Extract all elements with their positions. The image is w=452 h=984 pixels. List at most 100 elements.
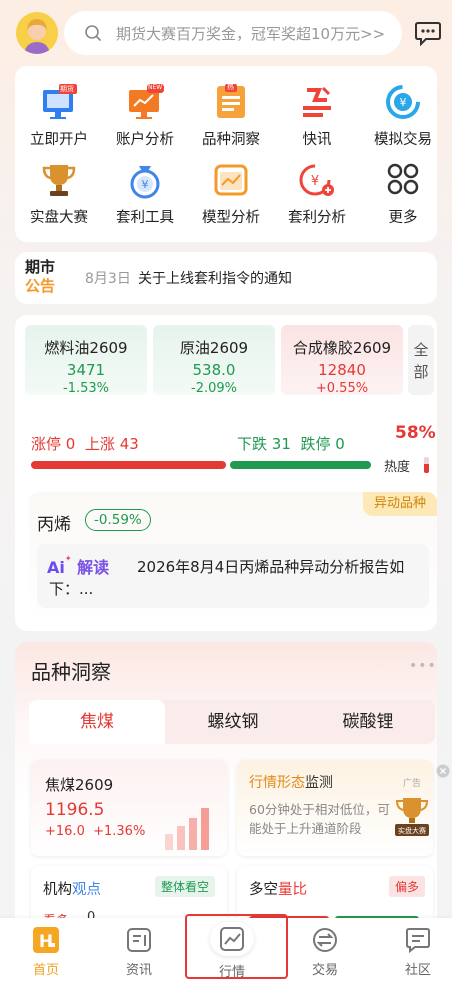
grid-item-simulated-trade[interactable]: ¥ 模拟交易 [361,82,445,149]
nav-label: 社区 [404,963,431,978]
trade-icon [311,926,339,954]
down-ratio-bar [230,461,371,469]
anomaly-change: -0.59% [85,509,151,531]
search-bar[interactable]: 期货大赛百万奖金，冠军奖超10万元>> [64,11,402,55]
anomaly-name: 丙烯 [37,515,71,535]
section-title: 品种洞察 [31,660,111,684]
model-analysis-icon [211,160,251,200]
quote-change: -1.53% [63,381,109,396]
grid-item-arbitrage-analysis[interactable]: ¥ 套利分析 [275,160,359,227]
user-avatar[interactable] [16,12,58,54]
ai-logo: Ai✦ 解读 [47,554,110,577]
breadth-up: 涨停 0 上涨 43 [31,433,139,454]
more-icon [383,160,423,200]
coking-coal-quote-card[interactable]: 焦煤2609 1196.5 +16.0 +1.36% [31,760,227,856]
market-overview: 燃料油2609 3471 -1.53% 原油2609 538.0 -2.09% … [15,315,437,631]
open-account-icon: 期货 [39,82,79,122]
change-abs: +16.0 [45,824,85,839]
tab-label: 螺纹钢 [207,712,259,732]
pattern-title-a: 行情形态 [249,775,305,791]
up-count: 43 [119,435,139,453]
tab-label: 碳酸锂 [342,712,394,732]
grid-label: 模拟交易 [374,132,432,148]
more-dots-icon[interactable]: ••• [409,658,437,674]
pattern-title: 行情形态监测 [249,772,333,792]
grid-item-more[interactable]: 更多 [361,160,445,227]
heat-percent: 58% [395,423,436,443]
quote-name: 燃料油2609 [44,339,128,357]
quote-price: 3471 [66,361,106,379]
heat-label: 热度 [384,460,411,475]
nav-community[interactable]: 社区 [383,926,452,978]
heat-gauge [424,457,429,473]
variety-insight-section: 品种洞察 ••• 焦煤 螺纹钢 碳酸锂 焦煤2609 1196.5 +16.0 … [15,642,450,946]
quote-card[interactable]: 燃料油2609 3471 -1.53% [25,325,147,396]
quote-card[interactable]: 合成橡胶2609 12840 +0.55% [281,325,403,396]
limit-up-count: 0 [65,435,76,453]
inst-badge: 整体看空 [155,876,216,897]
grid-item-arbitrage-tool[interactable]: ¥ 套利工具 [103,160,187,227]
grid-label: 立即开户 [30,132,88,148]
nav-trade[interactable]: 交易 [290,926,360,978]
grid-item-live-contest[interactable]: 实盘大赛 [17,160,101,227]
grid-item-open-account[interactable]: 期货 立即开户 [17,82,101,149]
ai-logo-b: 解读 [77,558,110,577]
inst-title-b: 观点 [72,882,101,898]
close-icon[interactable] [436,764,450,778]
community-icon [404,926,432,954]
grid-label: 品种洞察 [202,132,260,148]
svg-text:¥: ¥ [311,174,319,189]
grid-label: 更多 [388,210,418,226]
ls-badge: 偏多 [389,876,426,897]
ai-logo-a: Ai [47,558,65,577]
arbitrage-tool-icon: ¥ [125,160,165,200]
pattern-monitor-ad-card[interactable]: 行情形态监测 广告 60分钟处于相对低位，可能处于上升通道阶段 实盘大赛 [237,760,450,856]
tab-rebar[interactable]: 螺纹钢 [165,700,301,744]
nav-news[interactable]: 资讯 [104,926,174,978]
pattern-description: 60分钟处于相对低位，可能处于上升通道阶段 [249,802,390,836]
notice-logo-line2: 公告 [25,277,56,295]
new-badge: NEW [148,84,163,91]
tab-coking-coal[interactable]: 焦煤 [29,700,165,744]
contract-name: 焦煤2609 [45,776,114,794]
ls-title-b: 量比 [278,882,307,898]
tab-label: 焦煤 [80,712,114,732]
notice-date: 8月3日 [85,271,131,287]
ls-title-a: 多空 [249,882,278,898]
news-flash-icon [297,82,337,122]
home-icon: H [32,926,60,954]
grid-item-variety-insight[interactable]: 热 品种洞察 [189,82,273,149]
search-placeholder: 期货大赛百万奖金，冠军奖超10万元>> [116,25,386,43]
all-quotes-label: 全部 [413,341,429,381]
market-notice[interactable]: 期市 公告 8月3日 关于上线套利指令的通知 [15,252,437,304]
svg-text:¥: ¥ [400,96,407,109]
message-icon[interactable] [414,20,442,46]
svg-text:¥: ¥ [142,178,149,191]
tab-lithium-carbonate[interactable]: 碳酸锂 [301,700,435,744]
trophy-icon [39,160,79,200]
quote-card[interactable]: 原油2609 538.0 -2.09% [153,325,275,396]
ai-analysis-box[interactable]: Ai✦ 解读 2026年8月4日丙烯品种异动分析报告如 下：... [37,544,429,608]
ls-title: 多空量比 [249,878,307,899]
ai-text-line1: 2026年8月4日丙烯品种异动分析报告如 [137,558,405,576]
limit-down-count: 0 [335,435,345,453]
nav-label: 首页 [32,963,59,978]
nav-home[interactable]: H 首页 [11,926,81,978]
nav-label: 交易 [311,963,338,978]
open-account-badge: 期货 [60,85,74,93]
all-quotes-button[interactable]: 全部 [408,325,434,395]
grid-item-account-analysis[interactable]: NEW 账户分析 [103,82,187,149]
anomaly-card[interactable]: 异动品种 丙烯 -0.59% Ai✦ 解读 2026年8月4日丙烯品种异动分析报… [29,492,437,623]
quote-name: 原油2609 [179,339,249,357]
grid-label: 套利分析 [288,210,346,226]
inst-title: 机构观点 [43,878,101,899]
grid-item-model-analysis[interactable]: 模型分析 [189,160,273,227]
variety-tabs: 焦煤 螺纹钢 碳酸锂 [29,700,435,744]
nav-label: 资讯 [125,963,152,978]
hot-badge: 热 [227,83,234,91]
ad-label: 广告 [403,779,422,789]
grid-item-news-flash[interactable]: 快讯 [275,82,359,149]
down-label: 下跌 [237,435,268,453]
limit-down-label: 跌停 [300,435,331,453]
contract-price: 1196.5 [45,800,105,820]
